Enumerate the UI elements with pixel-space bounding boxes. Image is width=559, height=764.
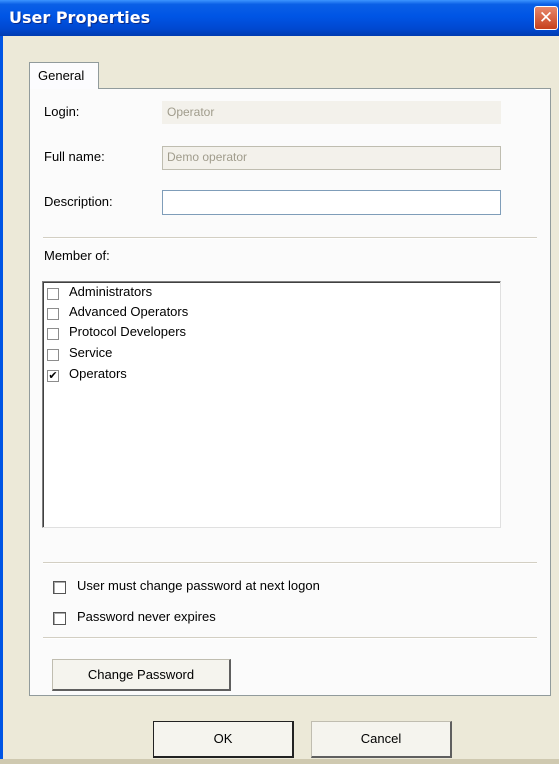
cancel-label: Cancel	[360, 731, 402, 746]
ok-label: OK	[213, 731, 233, 746]
login-label: Login:	[44, 104, 80, 119]
title-bar[interactable]: User Properties ✕	[0, 0, 559, 36]
fullname-label: Full name:	[44, 149, 105, 164]
must-change-password-checkbox[interactable]	[53, 581, 66, 594]
user-properties-dialog: User Properties ✕ General Login: Operato…	[0, 0, 559, 764]
separator	[43, 637, 537, 639]
never-expires-label: Password never expires	[77, 609, 216, 624]
login-field: Operator	[162, 101, 501, 124]
description-label: Description:	[44, 194, 113, 209]
member-of-list[interactable]: Administrators Advanced Operators Protoc…	[42, 281, 501, 528]
bottom-edge	[0, 759, 559, 764]
never-expires-checkbox[interactable]	[53, 612, 66, 625]
member-of-label: Member of:	[44, 248, 110, 263]
list-item-label: Service	[69, 345, 113, 360]
checkbox[interactable]	[47, 288, 59, 300]
separator	[43, 562, 537, 564]
cancel-button[interactable]: Cancel	[311, 721, 452, 758]
checkbox[interactable]	[47, 349, 59, 361]
fullname-field: Demo operator	[162, 146, 501, 170]
checkbox[interactable]	[47, 308, 59, 320]
change-password-label: Change Password	[87, 667, 195, 682]
ok-button[interactable]: OK	[153, 721, 294, 758]
list-item-label: Operators	[69, 366, 127, 381]
close-icon: ✕	[538, 8, 554, 28]
tab-general[interactable]: General	[29, 62, 99, 89]
change-password-button[interactable]: Change Password	[52, 659, 231, 691]
fullname-value: Demo operator	[167, 150, 248, 164]
window-left-border	[0, 36, 3, 764]
close-button[interactable]: ✕	[534, 6, 558, 30]
description-field[interactable]	[162, 190, 501, 215]
list-item-label: Protocol Developers	[69, 324, 187, 339]
window-title: User Properties	[9, 8, 151, 27]
tab-general-label: General	[38, 68, 85, 83]
list-item-label: Administrators	[69, 284, 153, 299]
separator	[43, 237, 537, 239]
must-change-password-label: User must change password at next logon	[77, 578, 320, 593]
login-value: Operator	[167, 105, 215, 119]
list-item-label: Advanced Operators	[69, 304, 189, 319]
checkbox[interactable]	[47, 328, 59, 340]
checkmark-icon[interactable]: ✔	[47, 370, 59, 382]
